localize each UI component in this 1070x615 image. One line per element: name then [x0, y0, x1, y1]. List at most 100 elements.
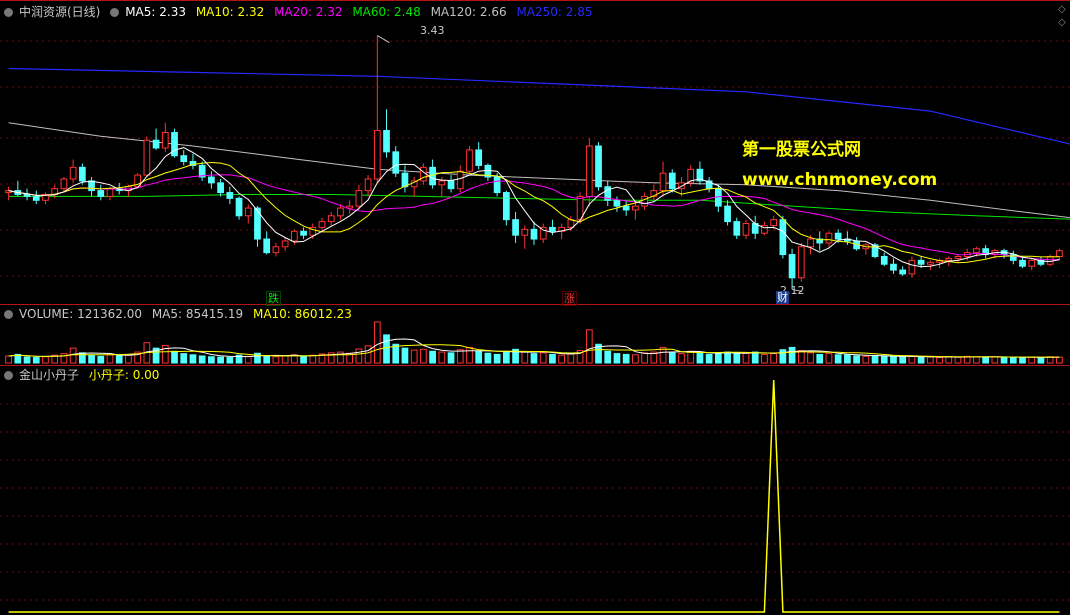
- candle-body: [337, 207, 344, 217]
- volume-bar: [696, 351, 704, 364]
- candle-body: [226, 192, 234, 199]
- volume-label: VOLUME: 121362.00: [19, 307, 142, 321]
- candle-body: [392, 151, 400, 174]
- vol-ma10-label: MA10: 86012.23: [252, 307, 352, 321]
- candle-body: [632, 205, 639, 211]
- candle-body: [512, 219, 519, 236]
- volume-bar: [401, 347, 409, 364]
- panel-menu-icon[interactable]: [4, 310, 13, 319]
- vol-ma5-label: MA5: 85415.19: [151, 307, 244, 321]
- panel-menu-icon[interactable]: [4, 8, 13, 17]
- volume-bar: [475, 350, 483, 364]
- volume-bar: [502, 350, 510, 364]
- candle-body: [1056, 250, 1063, 257]
- candle-body: [779, 219, 787, 256]
- volume-bar: [1028, 356, 1036, 364]
- volume-bar: [530, 353, 538, 364]
- stock-name[interactable]: 中润资源(日线): [19, 5, 100, 19]
- candle-body: [456, 170, 464, 190]
- volume-bar: [632, 354, 639, 364]
- candle-body: [530, 228, 538, 240]
- ma-menu-icon[interactable]: [110, 8, 120, 17]
- volume-bar: [392, 343, 400, 364]
- diamond-icon[interactable]: ◇: [1058, 17, 1066, 28]
- volume-bar: [1019, 357, 1026, 364]
- ma60-label: MA60: 2.48: [352, 5, 421, 19]
- volume-bar: [549, 353, 556, 364]
- volume-bar: [429, 350, 436, 364]
- candle-body: [300, 230, 307, 236]
- high-price-label: 3.43: [420, 24, 445, 37]
- volume-bar: [198, 355, 206, 364]
- volume-bar: [208, 356, 215, 364]
- volume-bar: [871, 355, 879, 364]
- candle-body: [318, 221, 326, 228]
- tag-down[interactable]: 跌: [266, 291, 281, 306]
- volume-bar: [217, 356, 224, 364]
- candle-body: [355, 190, 363, 207]
- candle-body: [161, 131, 169, 149]
- candle-body: [438, 180, 446, 186]
- volume-bar: [714, 353, 722, 364]
- candle-body: [23, 193, 31, 197]
- volume-bar: [1009, 356, 1017, 364]
- volume-bar: [69, 347, 77, 364]
- volume-bar: [309, 354, 317, 364]
- volume-bar: [982, 356, 990, 364]
- candle-body: [290, 230, 298, 242]
- volume-bar: [567, 353, 575, 364]
- volume-bar: [447, 352, 455, 364]
- volume-bar: [751, 351, 759, 364]
- volume-bar: [991, 356, 999, 364]
- volume-bar: [973, 356, 980, 364]
- candle-body: [733, 221, 741, 236]
- volume-bar: [899, 356, 907, 364]
- candle-body: [567, 219, 575, 228]
- candle-body: [890, 263, 897, 271]
- volume-bar: [484, 352, 492, 364]
- diamond-icon[interactable]: ◇: [1058, 4, 1066, 15]
- volume-bar: [88, 354, 95, 364]
- volume-bar: [1056, 356, 1063, 364]
- volume-bar: [244, 355, 252, 364]
- candle-body: [475, 149, 483, 166]
- volume-bar: [1000, 357, 1008, 364]
- tag-up[interactable]: 涨: [562, 291, 577, 306]
- tag-finance[interactable]: 财: [776, 291, 789, 304]
- volume-bar: [466, 346, 473, 364]
- volume-bar: [880, 355, 888, 364]
- candle-body: [235, 197, 243, 217]
- volume-bar: [171, 350, 178, 364]
- candle-body: [281, 240, 289, 248]
- volume-bar: [521, 351, 529, 364]
- panel-menu-icon[interactable]: [4, 371, 13, 380]
- candle-body: [493, 176, 501, 194]
- candle-body: [60, 178, 68, 190]
- volume-bar: [420, 348, 427, 364]
- candle-body: [521, 228, 529, 236]
- volume-bar: [862, 355, 870, 364]
- volume-bar: [807, 352, 814, 364]
- volume-bar: [364, 345, 372, 364]
- candle-body: [622, 205, 630, 211]
- volume-bar: [779, 349, 787, 364]
- candle-body: [668, 172, 676, 190]
- candle-body: [88, 180, 95, 192]
- candle-body: [880, 255, 888, 265]
- volume-bar: [945, 356, 953, 364]
- candle-body: [613, 199, 621, 207]
- candle-body: [926, 261, 934, 265]
- indicator-value: 小丹子: 0.00: [88, 368, 160, 382]
- candle-body: [373, 130, 381, 180]
- volume-bar: [300, 355, 307, 364]
- volume-bar: [383, 334, 390, 364]
- volume-bar: [742, 352, 750, 364]
- volume-bar: [622, 353, 630, 364]
- candle-body: [244, 207, 252, 217]
- candle-body: [908, 259, 916, 275]
- volume-bar: [834, 354, 842, 364]
- volume-bar: [613, 353, 621, 364]
- candle-body: [595, 145, 602, 188]
- volume-bar: [890, 356, 897, 364]
- volume-bar: [724, 351, 731, 364]
